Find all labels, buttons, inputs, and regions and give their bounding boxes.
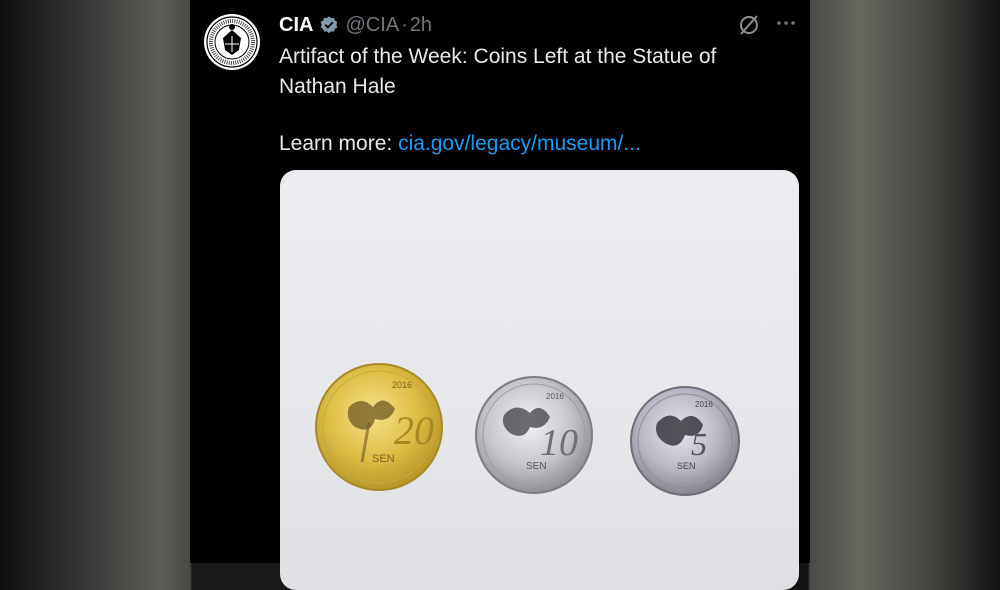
author-handle[interactable]: @CIA bbox=[345, 14, 399, 37]
coin-5-year: 2016 bbox=[695, 400, 713, 409]
learn-more-label: Learn more: bbox=[279, 132, 399, 155]
museum-link[interactable]: cia.gov/legacy/museum/... bbox=[398, 132, 641, 155]
coin-10-year: 2016 bbox=[546, 392, 564, 401]
coin-20-sen: 20 SEN 2016 bbox=[315, 363, 443, 491]
coin-5-unit: SEN bbox=[677, 461, 696, 471]
tweet-card[interactable]: CIA @CIA · 2h Artifact of the Week: Coins … bbox=[190, 0, 810, 590]
author-name[interactable]: CIA bbox=[279, 14, 313, 37]
avatar[interactable] bbox=[204, 14, 260, 70]
coin-20-year: 2016 bbox=[392, 380, 412, 390]
coin-10-unit: SEN bbox=[526, 461, 547, 472]
separator-dot: · bbox=[401, 13, 408, 36]
timestamp[interactable]: 2h bbox=[410, 14, 432, 37]
coin-10-denomination: 10 bbox=[540, 422, 578, 464]
learn-more-line: Learn more: cia.gov/legacy/museum/... bbox=[279, 129, 641, 159]
coin-20-denomination: 20 bbox=[394, 408, 434, 453]
tweet-photo[interactable]: 20 SEN 2016 10 SEN 2016 5 SEN 2016 bbox=[280, 170, 799, 590]
grok-icon[interactable] bbox=[737, 13, 761, 37]
cia-seal-icon bbox=[205, 15, 259, 69]
coin-20-unit: SEN bbox=[372, 453, 395, 465]
tweet-header: CIA @CIA · 2h bbox=[279, 11, 432, 39]
coin-10-sen: 10 SEN 2016 bbox=[475, 376, 593, 494]
coin-5-denomination: 5 bbox=[691, 426, 707, 462]
coin-5-sen: 5 SEN 2016 bbox=[630, 386, 740, 496]
verified-badge-icon bbox=[319, 15, 339, 35]
tweet-text: Artifact of the Week: Coins Left at the … bbox=[279, 45, 717, 98]
more-options-icon[interactable] bbox=[774, 11, 798, 35]
